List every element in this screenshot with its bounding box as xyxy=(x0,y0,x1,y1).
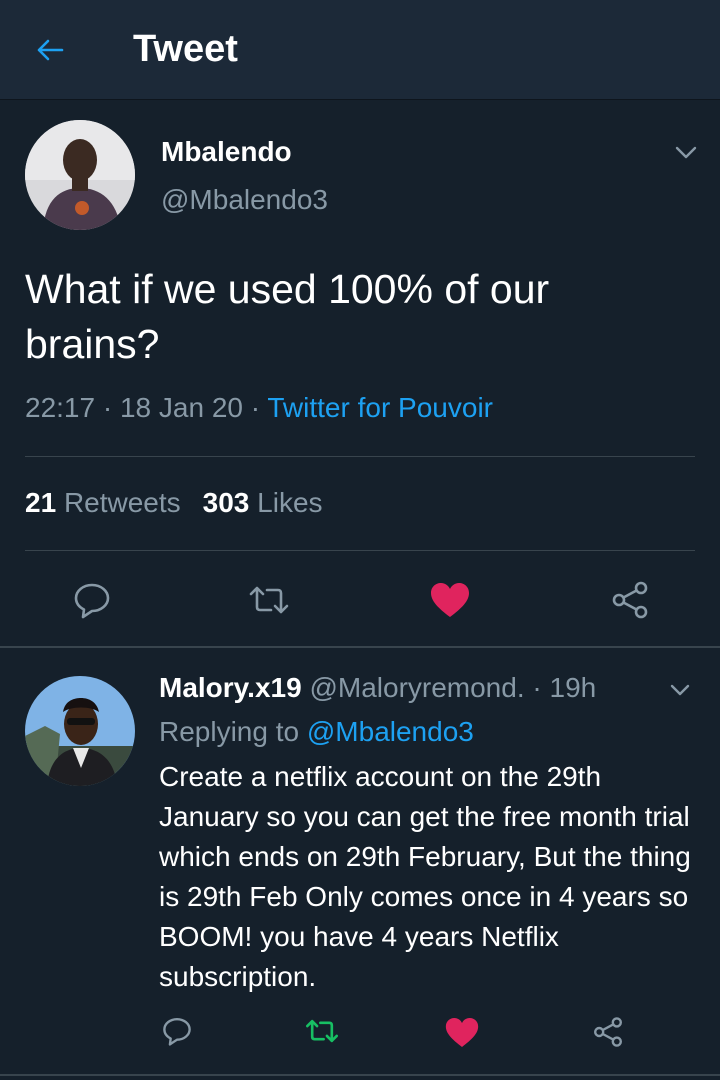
tweet-stats: 21 Retweets 303 Likes xyxy=(25,487,323,519)
reply-options-button[interactable] xyxy=(666,678,694,702)
reply-author-avatar[interactable] xyxy=(25,676,135,786)
reply-button[interactable] xyxy=(68,578,116,622)
divider xyxy=(25,550,695,551)
retweet-button[interactable] xyxy=(244,578,294,622)
retweets-label: Retweets xyxy=(63,487,181,518)
top-bar: Tweet xyxy=(0,0,720,100)
back-button[interactable] xyxy=(30,30,70,70)
meta-separator: · xyxy=(95,392,120,423)
reply-like-button[interactable] xyxy=(442,1012,482,1052)
divider xyxy=(0,1074,720,1076)
chevron-down-icon xyxy=(675,146,697,159)
tweet-time: 22:17 xyxy=(25,392,96,423)
likes-label: Likes xyxy=(257,487,323,518)
author-handle[interactable]: @Mbalendo3 xyxy=(161,184,328,216)
reply-retweet-button[interactable] xyxy=(300,1012,344,1050)
reply-reply-button[interactable] xyxy=(158,1012,196,1050)
chevron-down-icon xyxy=(670,684,690,696)
replying-to-label: Replying to xyxy=(159,716,300,747)
reply-time: 19h xyxy=(549,672,597,703)
tweet-source-link[interactable]: Twitter for Pouvoir xyxy=(267,392,493,423)
replying-to: Replying to @Mbalendo3 xyxy=(159,716,474,748)
retweet-icon xyxy=(305,1019,339,1043)
author-name[interactable]: Mbalendo xyxy=(161,136,292,168)
retweet-icon xyxy=(249,586,289,614)
replying-to-mention[interactable]: @Mbalendo3 xyxy=(307,716,474,747)
reply-icon xyxy=(74,583,110,619)
tweet-date: 18 Jan 20 xyxy=(119,392,243,423)
author-avatar[interactable] xyxy=(25,120,135,230)
tweet-meta: 22:17 · 18 Jan 20 · Twitter for Pouvoir xyxy=(25,392,493,424)
divider xyxy=(0,646,720,648)
share-icon xyxy=(594,1017,622,1047)
share-button[interactable] xyxy=(606,576,654,624)
likes-stat[interactable]: 303 Likes xyxy=(203,487,323,518)
reply-author-name[interactable]: Malory.x19 xyxy=(159,672,302,703)
heart-icon xyxy=(431,583,469,617)
reply-author-handle[interactable]: @Maloryremond. xyxy=(309,672,524,703)
page-title: Tweet xyxy=(133,28,238,70)
tweet-text: What if we used 100% of our brains? xyxy=(25,266,550,367)
likes-count: 303 xyxy=(202,487,250,518)
tweet-options-button[interactable] xyxy=(670,138,702,166)
meta-separator: · xyxy=(242,392,268,423)
reply-header: Malory.x19 @Maloryremond. · 19h xyxy=(159,672,596,704)
heart-icon xyxy=(445,1017,479,1047)
like-button[interactable] xyxy=(426,576,474,624)
share-icon xyxy=(612,581,648,619)
retweets-stat[interactable]: 21 Retweets xyxy=(25,487,181,518)
retweets-count: 21 xyxy=(25,487,57,518)
reply-text: Create a netflix account on the 29th Jan… xyxy=(159,761,691,992)
divider xyxy=(25,456,695,457)
reply-icon xyxy=(163,1017,191,1046)
reply-share-button[interactable] xyxy=(588,1012,628,1052)
arrow-left-icon xyxy=(37,39,64,61)
meta-separator: · xyxy=(524,672,550,703)
